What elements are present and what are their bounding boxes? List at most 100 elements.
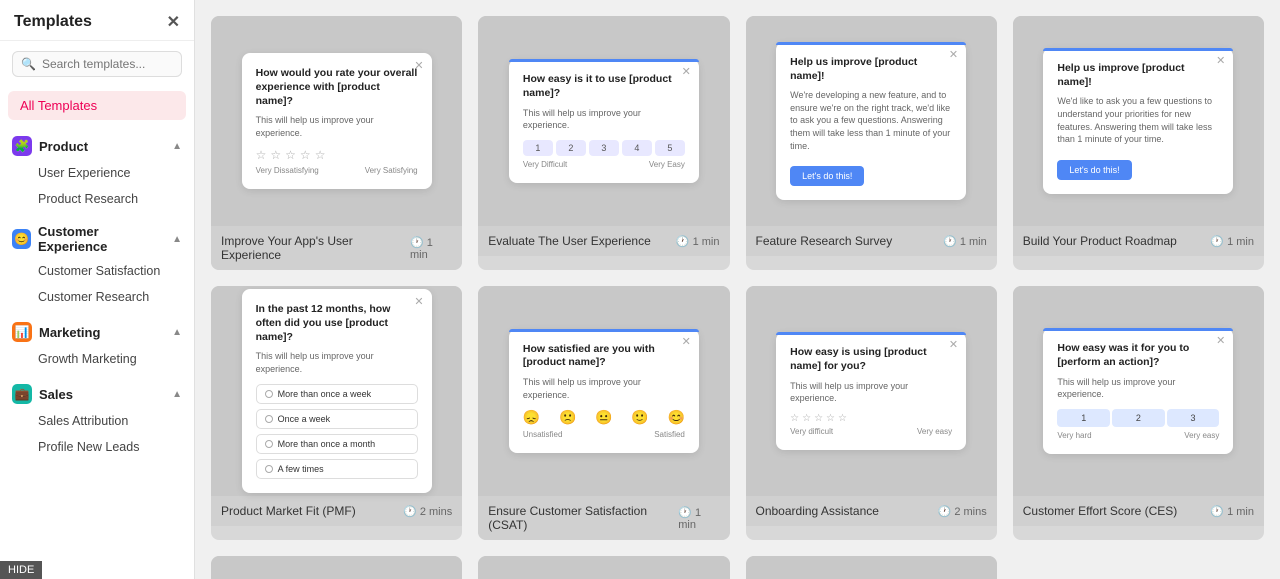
template-time: 🕐 1 min [678,506,719,531]
progress-bar [509,59,699,62]
number-scale: 1 2 3 4 5 [523,140,685,156]
survey-title: How easy was it for you to [perform an a… [1057,342,1219,369]
emoji-5: 😊 [667,409,684,426]
template-card[interactable]: ✕ What are the top challenges your compa… [746,556,997,579]
survey-title: How satisfied are you with [product name… [523,343,685,370]
survey-subtitle: This will help us improve your experienc… [1057,376,1219,401]
template-footer: Build Your Product Roadmap 🕐 1 min [1013,226,1264,256]
template-card[interactable]: ✕ Help us improve [product name]! We're … [746,16,997,270]
hide-button[interactable]: HIDE [0,561,42,579]
template-name: Onboarding Assistance [756,504,879,518]
sidebar-item-growth-marketing[interactable]: Growth Marketing [0,346,194,372]
lets-do-this-button[interactable]: Let's do this! [1057,160,1131,180]
survey-subtitle: This will help us improve your experienc… [256,350,418,375]
main-content: ✕ How would you rate your overall experi… [195,0,1280,579]
radio-option: More than once a month [256,434,418,454]
template-preview: ✕ What are the top challenges your compa… [746,556,997,579]
template-preview: ✕ How easy is it to use [product name]? … [478,16,729,226]
template-card[interactable]: ✕ How satisfied are you with [product na… [478,286,729,540]
template-time: 🕐 1 min [1210,235,1254,248]
template-preview: ✕ How easy was it for you to [perform an… [1013,286,1264,496]
radio-option: Once a week [256,409,418,429]
survey-inner-card: ✕ How easy was it for you to [perform an… [1043,328,1233,453]
nav-section-customer-header[interactable]: 😊 Customer Experience ▲ [0,216,194,258]
radio-circle [265,440,273,448]
survey-inner-card: ✕ How would you rate your overall experi… [242,53,432,188]
star-5: ☆ [315,148,326,162]
template-card[interactable]: ✕ How would you rate your overall experi… [211,16,462,270]
template-time: 🕐 2 mins [938,505,987,518]
template-card[interactable]: ✕ In the past 12 months, how often did y… [211,286,462,540]
sidebar-item-profile-new-leads[interactable]: Profile New Leads [0,434,194,460]
star-labels: Very difficult Very easy [790,427,952,436]
template-footer: Ensure Customer Satisfaction (CSAT) 🕐 1 … [478,496,729,540]
survey-close-icon: ✕ [1216,54,1225,67]
emoji-labels: Unsatisfied Satisfied [523,430,685,439]
lets-do-this-button[interactable]: Let's do this! [790,166,864,186]
emoji-scale: 😞 🙁 😐 🙂 😊 [523,409,685,426]
customer-chevron: ▲ [172,234,182,245]
all-templates-nav[interactable]: All Templates [8,91,186,120]
template-card[interactable]: ✕ Help us improve [product name]! We'd l… [1013,16,1264,270]
template-footer: Customer Effort Score (CES) 🕐 1 min [1013,496,1264,526]
survey-subtitle: This will help us improve your experienc… [523,107,685,132]
template-footer: Evaluate The User Experience 🕐 1 min [478,226,729,256]
small-star-rating: ☆ ☆ ☆ ☆ ☆ [790,413,952,424]
survey-close-icon: ✕ [949,338,958,351]
emoji-1: 😞 [523,409,540,426]
survey-title: How easy is it to use [product name]? [523,73,685,100]
survey-body: We'd like to ask you a few questions to … [1057,95,1219,145]
template-footer: Feature Research Survey 🕐 1 min [746,226,997,256]
sidebar-close-button[interactable]: ✕ [167,12,180,32]
search-icon: 🔍 [21,57,36,71]
survey-close-icon: ✕ [1216,334,1225,347]
sidebar-item-customer-satisfaction[interactable]: Customer Satisfaction [0,258,194,284]
radio-circle [265,465,273,473]
star-4: ☆ [300,148,311,162]
scale-labels: Very hard Very easy [1057,431,1219,440]
template-card[interactable]: ✕ How easy was it for you to [perform an… [1013,286,1264,540]
product-icon: 🧩 [12,136,32,156]
emoji-2: 🙁 [559,409,576,426]
sidebar-title: Templates [14,13,92,31]
template-time: 🕐 1 min [1210,505,1254,518]
nav-section-product: 🧩 Product ▲ User Experience Product Rese… [0,128,194,212]
survey-title: How would you rate your overall experien… [256,67,418,108]
sidebar-item-user-experience[interactable]: User Experience [0,160,194,186]
template-card[interactable]: ✕ How big is your team? [478,556,729,579]
star-rating: ☆ ☆ ☆ ☆ ☆ [256,148,418,162]
template-card[interactable]: ✕ What do you value most about our servi… [211,556,462,579]
sidebar-header: Templates ✕ [0,0,194,41]
sales-icon: 💼 [12,384,32,404]
sidebar-item-sales-attribution[interactable]: Sales Attribution [0,408,194,434]
nav-section-product-header[interactable]: 🧩 Product ▲ [0,128,194,160]
radio-circle [265,390,273,398]
survey-inner-card: ✕ Help us improve [product name]! We're … [776,42,966,200]
survey-close-icon: ✕ [414,59,423,72]
template-preview: ✕ How would you rate your overall experi… [211,16,462,226]
nav-section-sales-header[interactable]: 💼 Sales ▲ [0,376,194,408]
template-name: Build Your Product Roadmap [1023,234,1177,248]
survey-close-icon: ✕ [682,65,691,78]
nav-section-marketing-header[interactable]: 📊 Marketing ▲ [0,314,194,346]
template-card[interactable]: ✕ How easy is it to use [product name]? … [478,16,729,270]
template-name: Improve Your App's User Experience [221,234,410,262]
survey-subtitle: This will help us improve your experienc… [523,376,685,401]
product-chevron: ▲ [172,141,182,152]
customer-icon: 😊 [12,229,31,249]
template-time: 🕐 1 min [943,235,987,248]
star-2: ☆ [270,148,281,162]
radio-options: More than once a week Once a week More t… [256,384,418,479]
progress-bar [1043,328,1233,331]
progress-bar [776,42,966,45]
survey-close-icon: ✕ [949,48,958,61]
sidebar-item-customer-research[interactable]: Customer Research [0,284,194,310]
survey-close-icon: ✕ [682,335,691,348]
survey-inner-card: ✕ Help us improve [product name]! We'd l… [1043,48,1233,194]
template-card[interactable]: ✕ How easy is using [product name] for y… [746,286,997,540]
search-box[interactable]: 🔍 [12,51,182,77]
template-preview: ✕ Help us improve [product name]! We're … [746,16,997,226]
sidebar-item-product-research[interactable]: Product Research [0,186,194,212]
marketing-chevron: ▲ [172,327,182,338]
search-input[interactable] [42,57,173,71]
